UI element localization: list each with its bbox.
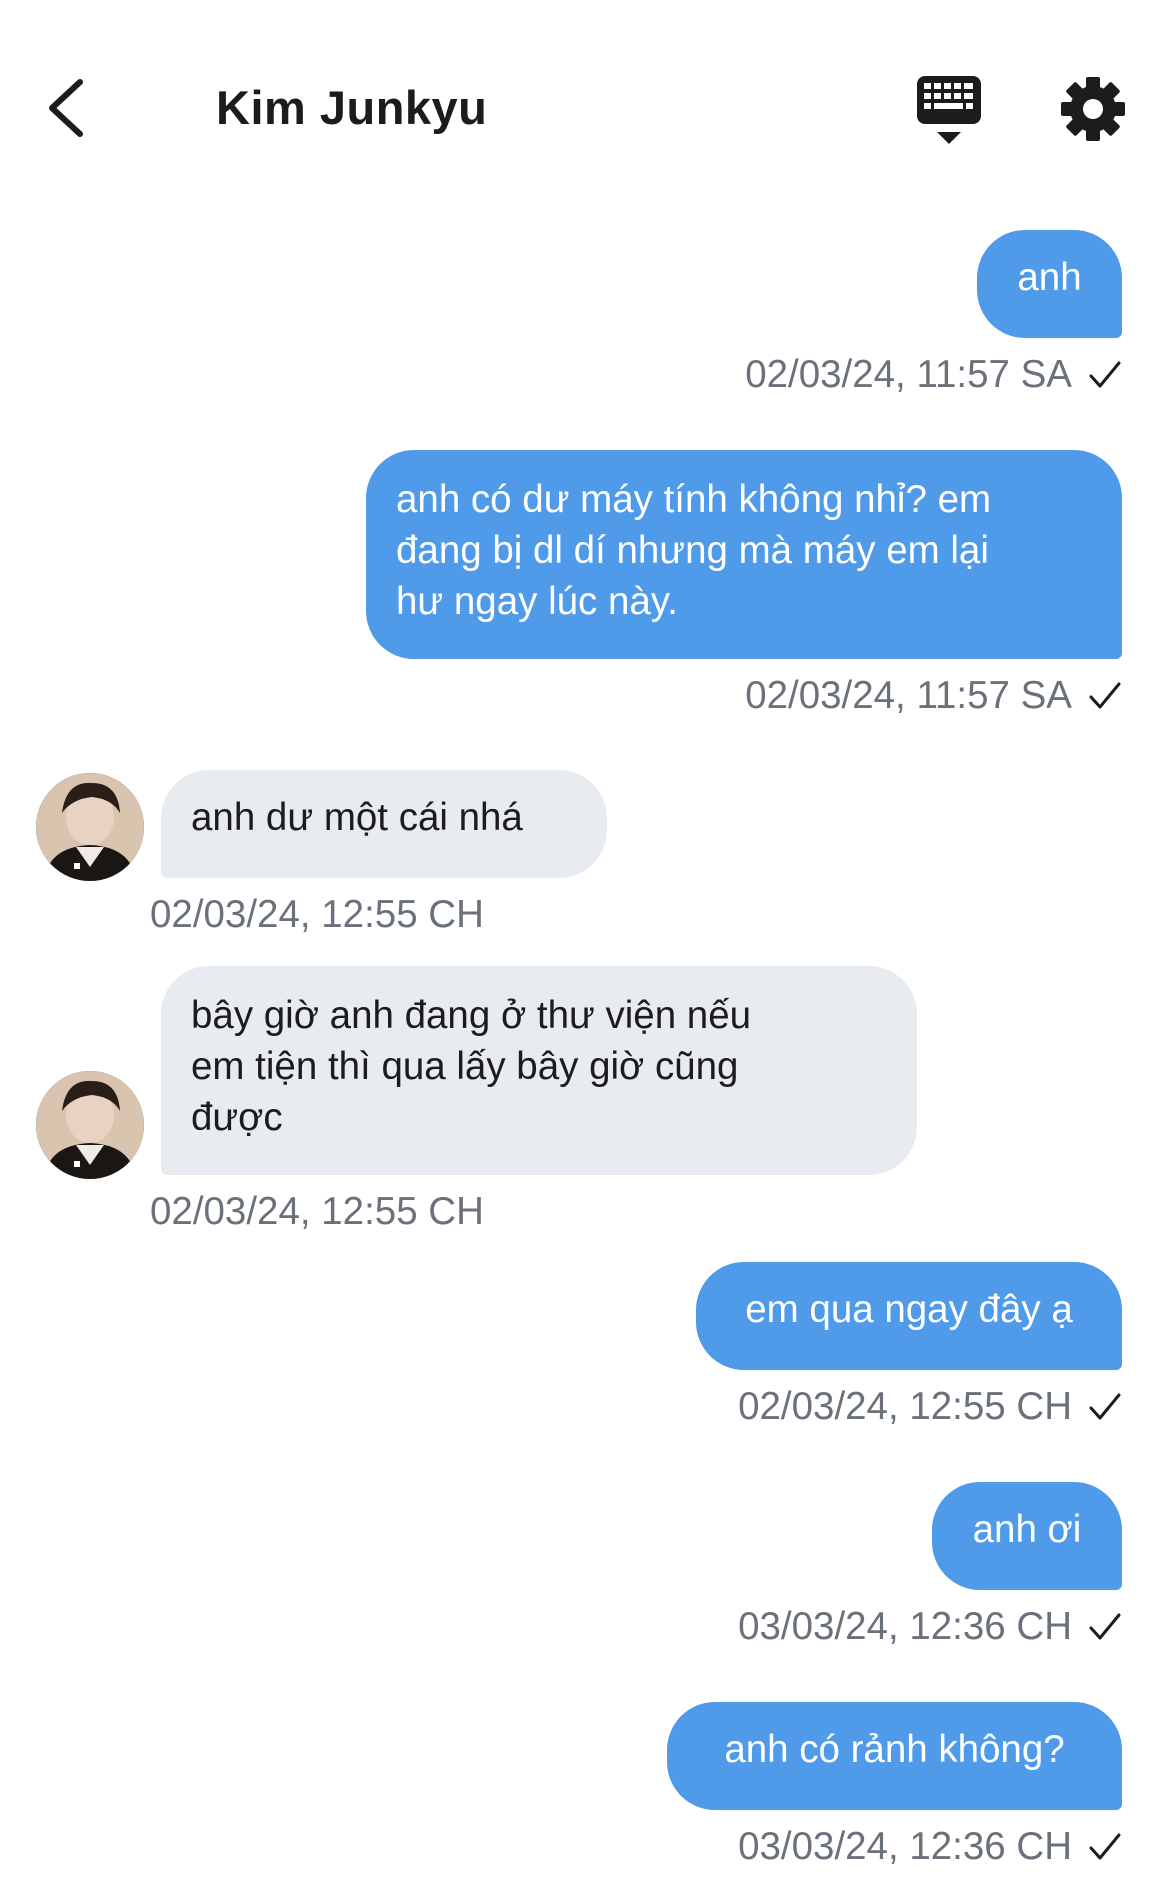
message-bubble-outgoing[interactable]: em qua ngay đây ạ xyxy=(696,1262,1122,1370)
chat-header: Kim Junkyu xyxy=(0,0,1170,180)
avatar-photo xyxy=(36,1071,144,1179)
message-timestamp: 03/03/24, 12:36 CH xyxy=(738,1824,1122,1870)
chevron-left-icon xyxy=(49,79,83,137)
message-bubble-incoming[interactable]: bây giờ anh đang ở thư viện nếu em tiện … xyxy=(161,966,917,1175)
contact-avatar[interactable] xyxy=(36,1071,144,1179)
timestamp-text: 02/03/24, 12:55 CH xyxy=(738,1385,1072,1428)
back-button[interactable] xyxy=(36,72,96,144)
settings-button[interactable] xyxy=(1060,76,1126,142)
message-bubble-outgoing[interactable]: anh có rảnh không? xyxy=(667,1702,1122,1810)
keyboard-button[interactable] xyxy=(915,74,983,146)
sent-check-icon xyxy=(1089,1833,1121,1860)
message-bubble-outgoing[interactable]: anh ơi xyxy=(932,1482,1122,1590)
sent-check-icon xyxy=(1089,1613,1121,1640)
message-bubble-outgoing[interactable]: anh có dư máy tính không nhỉ? em đang bị… xyxy=(366,450,1122,659)
message-timestamp: 03/03/24, 12:36 CH xyxy=(738,1604,1122,1650)
sent-check-icon xyxy=(1089,361,1121,388)
timestamp-text: 02/03/24, 11:57 SA xyxy=(745,353,1072,396)
avatar-photo xyxy=(36,773,144,881)
message-bubble-incoming[interactable]: anh dư một cái nhá xyxy=(161,770,607,878)
sent-check-icon xyxy=(1089,1393,1121,1420)
contact-avatar[interactable] xyxy=(36,773,144,881)
gear-icon xyxy=(1061,77,1125,141)
contact-name[interactable]: Kim Junkyu xyxy=(216,80,487,135)
message-timestamp: 02/03/24, 12:55 CH xyxy=(150,1190,484,1233)
message-timestamp: 02/03/24, 12:55 CH xyxy=(150,893,484,936)
sent-check-icon xyxy=(1089,682,1121,709)
message-timestamp: 02/03/24, 11:57 SA xyxy=(745,352,1122,398)
timestamp-text: 03/03/24, 12:36 CH xyxy=(738,1605,1072,1648)
keyboard-icon xyxy=(917,76,981,144)
message-timestamp: 02/03/24, 12:55 CH xyxy=(738,1384,1122,1430)
timestamp-text: 02/03/24, 11:57 SA xyxy=(745,674,1072,717)
message-timestamp: 02/03/24, 11:57 SA xyxy=(745,673,1122,719)
timestamp-text: 03/03/24, 12:36 CH xyxy=(738,1825,1072,1868)
message-bubble-outgoing[interactable]: anh xyxy=(977,230,1122,338)
